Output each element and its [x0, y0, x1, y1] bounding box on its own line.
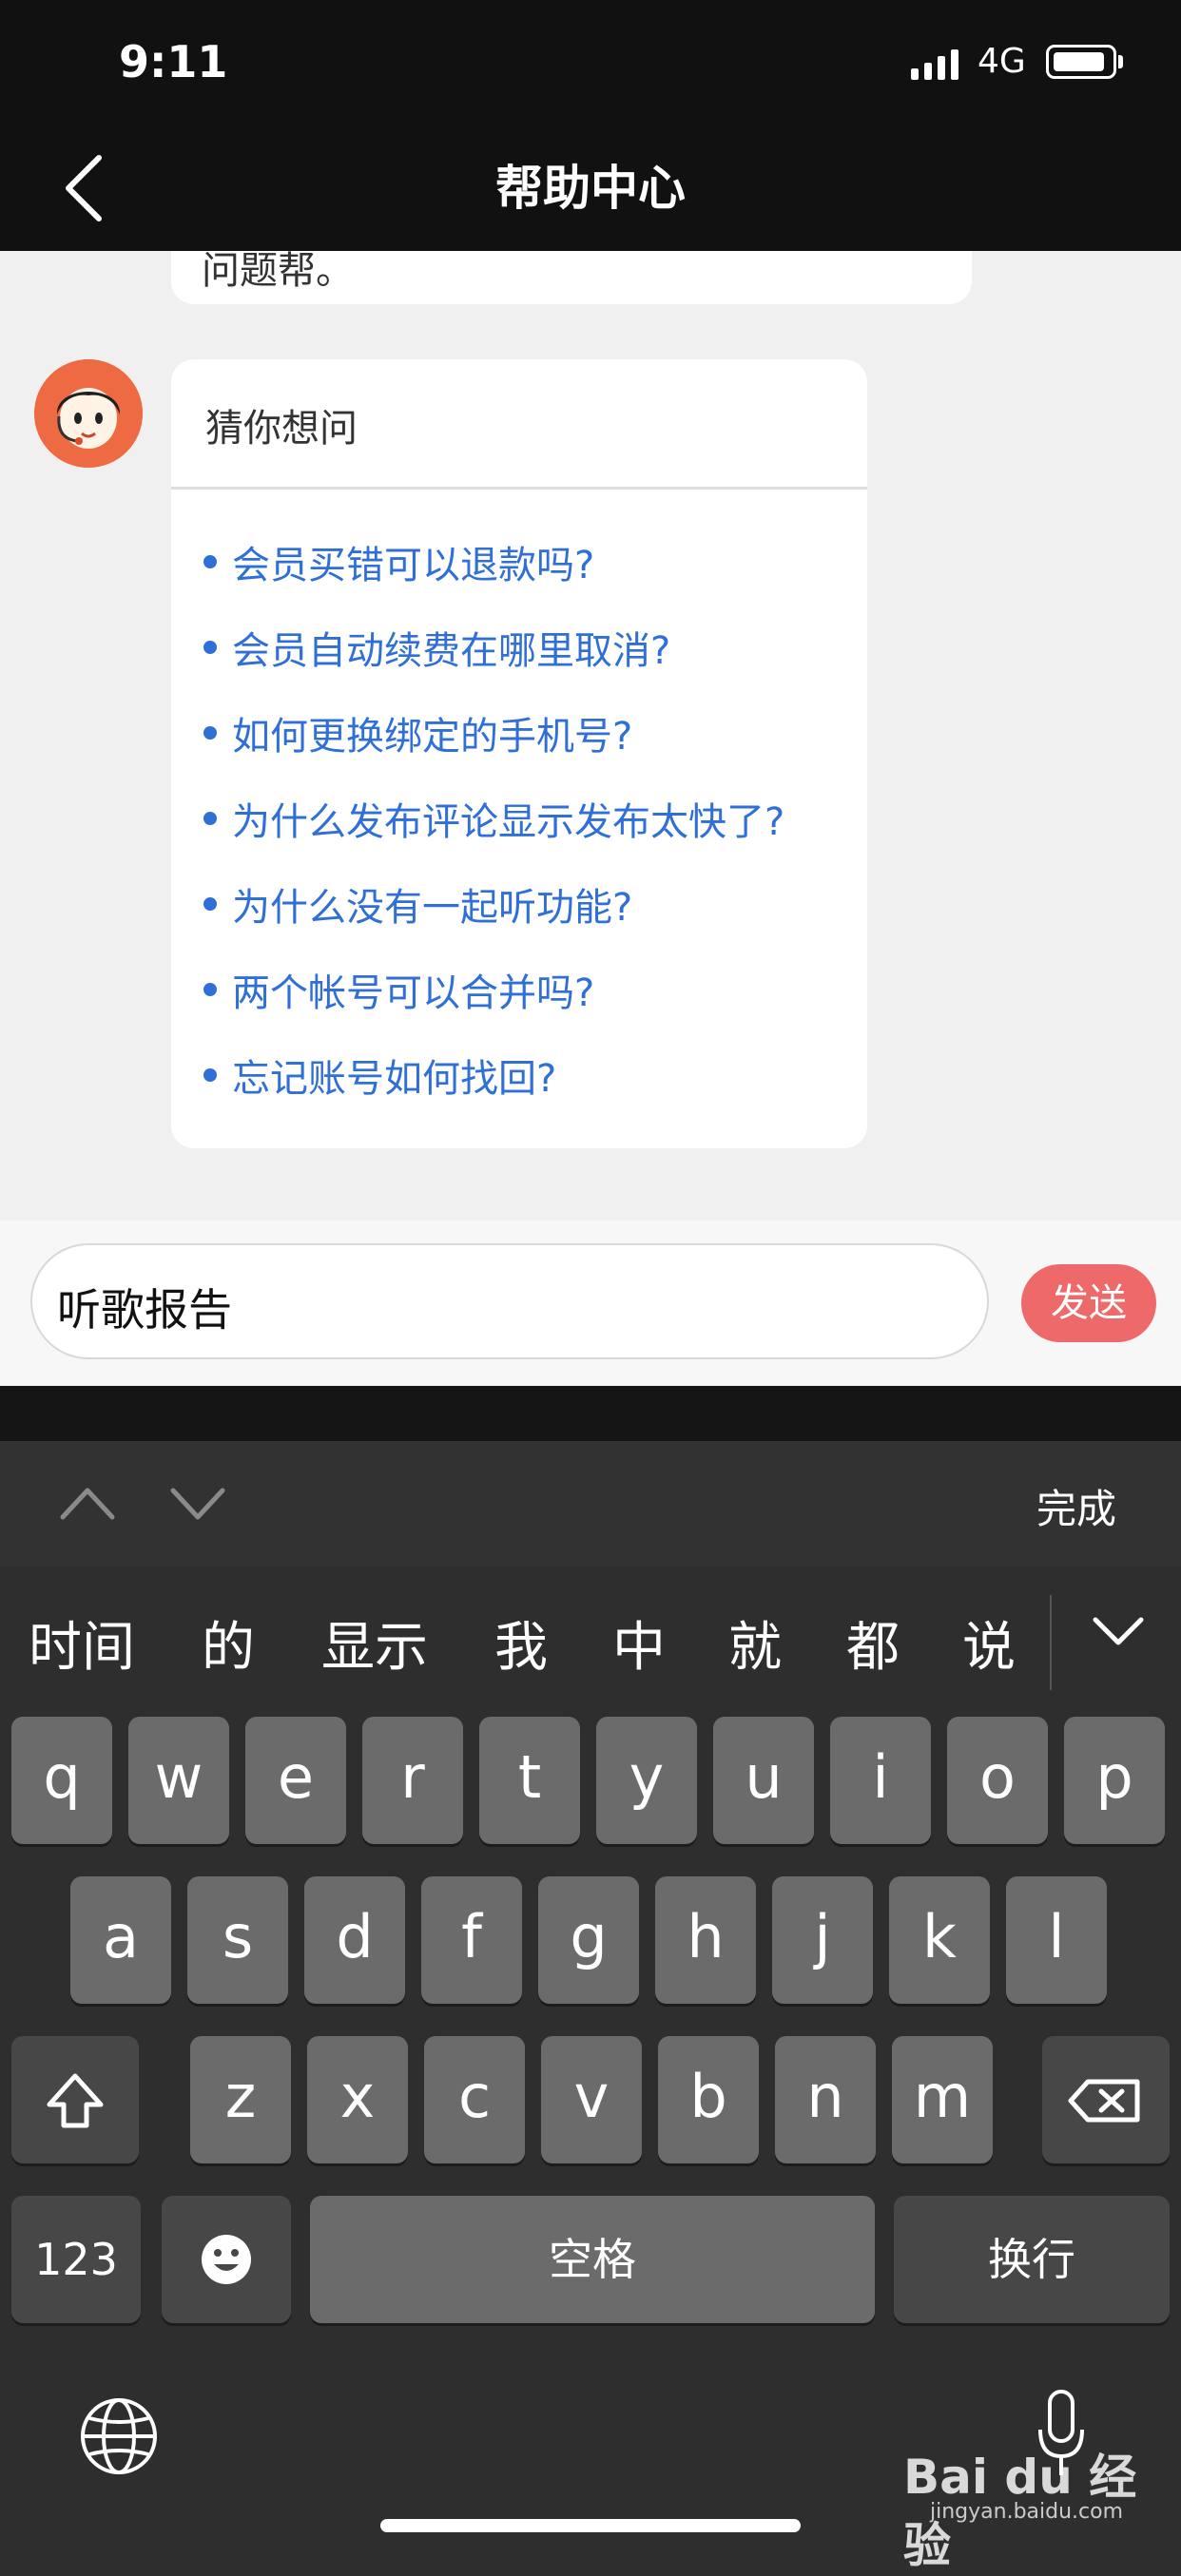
candidate-word[interactable]: 说 [962, 1605, 1016, 1682]
send-button[interactable]: 发送 [1021, 1264, 1156, 1342]
divider [171, 487, 867, 490]
question-link[interactable]: 会员买错可以退款吗? [203, 519, 594, 605]
key-g[interactable]: g [538, 1876, 639, 2004]
bullet [203, 812, 217, 825]
emoji-key[interactable] [162, 2196, 291, 2323]
question-link[interactable]: 如何更换绑定的手机号? [203, 690, 632, 776]
bullet [203, 897, 217, 911]
battery-tip [1118, 55, 1123, 68]
key-n[interactable]: n [775, 2036, 876, 2163]
candidate-word[interactable]: 都 [846, 1605, 900, 1682]
question-link[interactable]: 为什么没有一起听功能? [203, 861, 632, 947]
suggested-questions-card: 猜你想问 会员买错可以退款吗? 会员自动续费在哪里取消? 如何更换绑定的手机号?… [171, 359, 867, 1148]
top-bar: 9:11 4G 帮助中心 [0, 0, 1181, 251]
candidate-word[interactable]: 显示 [321, 1605, 428, 1682]
previous-message-text: 问题帮。 [202, 251, 354, 293]
key-z[interactable]: z [190, 2036, 291, 2163]
key-r[interactable]: r [362, 1717, 463, 1844]
globe-icon[interactable] [78, 2395, 160, 2477]
key-b[interactable]: b [658, 2036, 759, 2163]
question-link[interactable]: 会员自动续费在哪里取消? [203, 605, 670, 690]
candidate-word[interactable]: 中 [612, 1605, 666, 1682]
message-input-bar: 听歌报告 发送 [0, 1221, 1181, 1386]
space-key[interactable]: 空格 [310, 2196, 875, 2323]
shift-icon [47, 2073, 104, 2128]
question-text[interactable]: 如何更换绑定的手机号? [232, 705, 632, 760]
delete-key[interactable] [1042, 2036, 1170, 2163]
expand-candidates-icon[interactable] [1090, 1603, 1147, 1660]
battery-icon [1046, 45, 1116, 79]
numbers-key[interactable]: 123 [11, 2196, 141, 2323]
network-type: 4G [978, 42, 1026, 81]
question-text[interactable]: 两个帐号可以合并吗? [232, 962, 594, 1017]
key-q[interactable]: q [11, 1717, 112, 1844]
key-p[interactable]: p [1064, 1717, 1165, 1844]
question-text[interactable]: 会员买错可以退款吗? [232, 534, 594, 589]
key-k[interactable]: k [889, 1876, 990, 2004]
candidate-word[interactable]: 就 [728, 1605, 782, 1682]
question-text[interactable]: 为什么没有一起听功能? [232, 876, 632, 932]
question-link[interactable]: 两个帐号可以合并吗? [203, 947, 594, 1032]
candidate-word[interactable]: 我 [494, 1605, 548, 1682]
candidate-separator [1050, 1595, 1052, 1690]
bullet [203, 1068, 217, 1082]
candidate-word[interactable]: 时间 [29, 1605, 135, 1682]
status-time: 9:11 [119, 36, 228, 87]
chat-area[interactable]: 问题帮。 猜你想问 会员买错可以退款吗? 会员自动续费在哪里取消? 如何更换绑定… [0, 251, 1181, 1221]
back-arrow-icon[interactable] [57, 152, 114, 224]
key-j[interactable]: j [772, 1876, 873, 2004]
key-x[interactable]: x [307, 2036, 408, 2163]
key-e[interactable]: e [245, 1717, 346, 1844]
key-a[interactable]: a [70, 1876, 171, 2004]
bullet [203, 726, 217, 740]
keyboard-divider [0, 1386, 1181, 1441]
bullet [203, 641, 217, 654]
agent-face-icon [34, 359, 143, 468]
chevron-up-icon[interactable] [59, 1479, 116, 1527]
return-key[interactable]: 换行 [894, 2196, 1170, 2323]
key-f[interactable]: f [421, 1876, 522, 2004]
question-text[interactable]: 为什么发布评论显示发布太快了? [232, 791, 784, 846]
key-u[interactable]: u [713, 1717, 814, 1844]
bullet [203, 555, 217, 568]
candidate-word[interactable]: 的 [202, 1605, 255, 1682]
question-link[interactable]: 为什么发布评论显示发布太快了? [203, 776, 784, 861]
question-text[interactable]: 会员自动续费在哪里取消? [232, 620, 670, 675]
key-d[interactable]: d [304, 1876, 405, 2004]
key-t[interactable]: t [479, 1717, 580, 1844]
question-link[interactable]: 忘记账号如何找回? [203, 1032, 556, 1118]
bullet [203, 983, 217, 996]
message-input-value[interactable]: 听歌报告 [57, 1276, 232, 1338]
emoji-icon [202, 2235, 251, 2284]
key-v[interactable]: v [541, 2036, 642, 2163]
key-y[interactable]: y [596, 1717, 697, 1844]
key-i[interactable]: i [830, 1717, 931, 1844]
key-o[interactable]: o [947, 1717, 1048, 1844]
shift-key[interactable] [11, 2036, 139, 2163]
page-title: 帮助中心 [495, 161, 686, 216]
previous-message-bubble: 问题帮。 [171, 251, 972, 304]
key-c[interactable]: c [424, 2036, 525, 2163]
message-input[interactable]: 听歌报告 [30, 1243, 989, 1359]
key-l[interactable]: l [1006, 1876, 1107, 2004]
chevron-down-icon[interactable] [169, 1479, 226, 1527]
done-button[interactable]: 完成 [1036, 1477, 1116, 1535]
candidate-bar: 时间 的 显示 我 中 就 都 说 [0, 1567, 1181, 1709]
key-w[interactable]: w [128, 1717, 229, 1844]
keyboard: 完成 时间 的 显示 我 中 就 都 说 q w e r t y u i o p… [0, 1441, 1181, 2555]
service-avatar [34, 359, 143, 468]
watermark-url: jingyan.baidu.com [930, 2500, 1124, 2524]
key-h[interactable]: h [655, 1876, 756, 2004]
question-text[interactable]: 忘记账号如何找回? [232, 1048, 556, 1103]
home-indicator [380, 2519, 801, 2532]
key-s[interactable]: s [187, 1876, 288, 2004]
key-m[interactable]: m [892, 2036, 993, 2163]
signal-icon [911, 49, 958, 80]
backspace-icon [1068, 2079, 1140, 2123]
card-title: 猜你想问 [205, 407, 358, 451]
keyboard-toolbar: 完成 [0, 1441, 1181, 1567]
